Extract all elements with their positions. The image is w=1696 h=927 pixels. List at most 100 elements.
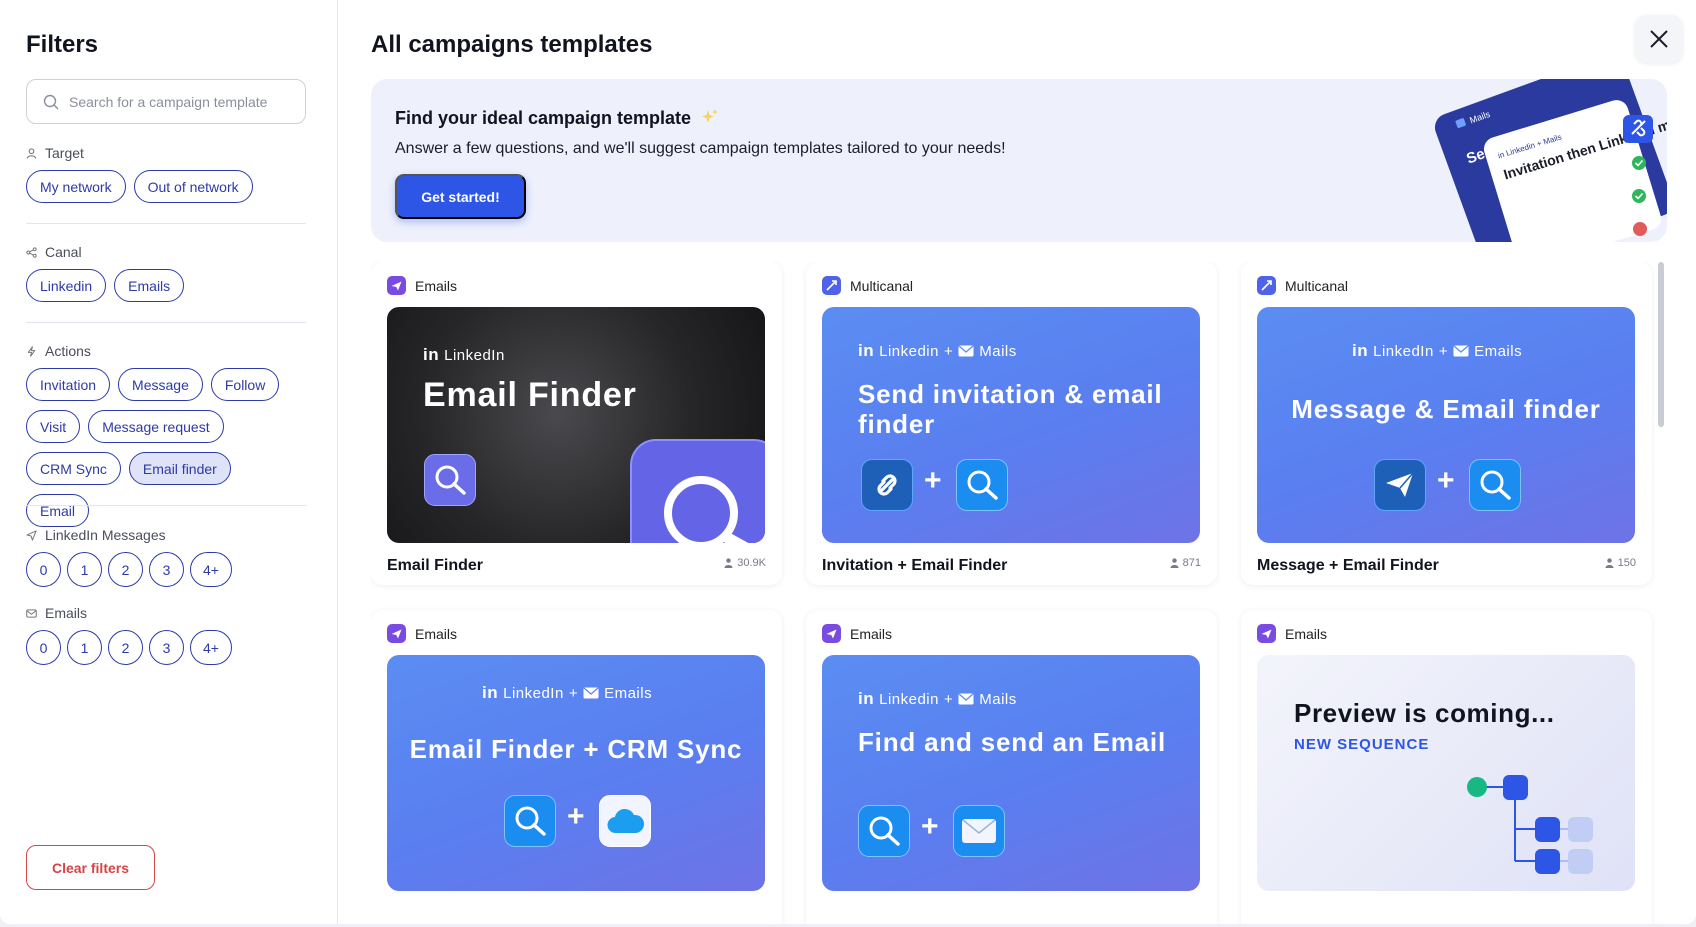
card-category: Multicanal: [850, 277, 914, 294]
chip-li-messages-4plus[interactable]: 4+: [190, 552, 232, 587]
card-category: Emails: [850, 625, 893, 642]
filters-sidebar: Filters Target My network Out of network…: [0, 0, 338, 924]
template-card[interactable]: Emails Preview is coming... NEW SEQUENCE: [1241, 610, 1652, 924]
search-icon: [424, 454, 476, 506]
search-input[interactable]: [69, 93, 289, 110]
divider: [26, 505, 306, 506]
user-icon: [724, 558, 733, 568]
actions-label: Actions: [45, 343, 91, 359]
card-title: Email Finder: [387, 557, 484, 574]
multicanal-badge-icon: [822, 276, 841, 295]
divider: [26, 322, 306, 323]
chip-crm-sync[interactable]: CRM Sync: [26, 452, 121, 485]
target-label: Target: [45, 145, 84, 161]
chip-emails-0[interactable]: 0: [26, 630, 61, 665]
template-card[interactable]: Emails in LinkedIn Email Finder Email Fi…: [371, 262, 782, 585]
email-badge-icon: [822, 624, 841, 643]
card-thumbnail: in LinkedIn + Emails Email Finder + CRM …: [387, 655, 765, 891]
card-category: Emails: [415, 625, 458, 642]
mail-icon: [958, 345, 974, 357]
template-card[interactable]: Multicanal in LinkedIn + Emails Message …: [1241, 262, 1652, 585]
magnifier-illustration: [630, 439, 765, 543]
user-icon: [1605, 558, 1614, 568]
chip-emails-3[interactable]: 3: [149, 630, 184, 665]
card-category: Emails: [415, 277, 458, 294]
chip-email[interactable]: Email: [26, 494, 90, 527]
linkedin-messages-label: LinkedIn Messages: [45, 527, 166, 543]
linkedin-icon: in: [482, 683, 499, 702]
chip-emails-4plus[interactable]: 4+: [190, 630, 232, 665]
card-thumbnail: in Linkedin + Mails Find and send an Ema…: [822, 655, 1200, 891]
chip-follow[interactable]: Follow: [210, 368, 280, 401]
chip-emails-2[interactable]: 2: [108, 630, 143, 665]
link-icon: [861, 459, 913, 511]
mail-icon: [1453, 345, 1469, 357]
template-card[interactable]: Emails in LinkedIn + Emails Email Finder…: [371, 610, 782, 924]
thumb-title: Email Finder: [423, 376, 637, 414]
send-icon: [26, 529, 37, 541]
thumb-subtitle: NEW SEQUENCE: [1294, 736, 1430, 753]
card-title: Message + Email Finder: [1257, 557, 1439, 574]
plus-symbol: +: [567, 800, 585, 833]
chip-email-finder[interactable]: Email finder: [128, 452, 231, 485]
search-icon: [956, 459, 1008, 511]
email-badge-icon: [387, 624, 406, 643]
get-started-button[interactable]: Get started!: [395, 174, 526, 219]
filters-title: Filters: [26, 31, 99, 58]
chip-my-network[interactable]: My network: [26, 170, 126, 203]
template-card[interactable]: Emails in Linkedin + Mails Find and send…: [806, 610, 1217, 924]
scrollbar-thumb[interactable]: [1658, 262, 1664, 427]
envelope-icon: [953, 805, 1005, 857]
linkedin-icon: in: [1352, 341, 1369, 360]
cloud-icon: [599, 795, 651, 847]
card-thumbnail: in LinkedIn + Emails Message & Email fin…: [1257, 307, 1635, 543]
chip-li-messages-2[interactable]: 2: [108, 552, 143, 587]
thumb-title: Send invitation & email finder: [858, 379, 1163, 439]
banner-subtitle: Answer a few questions, and we'll sugges…: [395, 140, 1006, 157]
clear-filters-button[interactable]: Clear filters: [26, 845, 155, 890]
usage-count: 30.9K: [737, 557, 766, 569]
plus-symbol: +: [1437, 464, 1455, 497]
chip-emails-1[interactable]: 1: [67, 630, 102, 665]
sparkles-icon: [702, 109, 719, 123]
template-card[interactable]: Multicanal in Linkedin + Mails Send invi…: [806, 262, 1217, 585]
plus-symbol: +: [921, 810, 939, 843]
close-button[interactable]: [1635, 15, 1683, 63]
chip-out-of-network[interactable]: Out of network: [133, 170, 253, 203]
linkedin-icon: in: [858, 341, 875, 360]
chip-visit[interactable]: Visit: [26, 410, 81, 443]
card-category: Multicanal: [1285, 277, 1349, 294]
chip-linkedin[interactable]: Linkedin: [26, 269, 107, 302]
card-thumbnail: in Linkedin + Mails Send invitation & em…: [822, 307, 1200, 543]
user-icon: [26, 147, 37, 159]
search-icon: [43, 94, 59, 109]
share-icon: [26, 246, 37, 258]
recommendation-banner: Find your ideal campaign template Answer…: [371, 79, 1667, 242]
emails-label: Emails: [45, 605, 88, 621]
sequence-diagram-icon: [1467, 775, 1593, 874]
search-icon: [504, 795, 556, 847]
message-icon: [1374, 459, 1426, 511]
mail-icon: [26, 608, 37, 618]
thumb-title: Preview is coming...: [1294, 698, 1555, 728]
banner-illustration: Mails Se... en... in Linkedin + Mails In…: [1431, 79, 1667, 242]
card-thumbnail: in LinkedIn Email Finder: [387, 307, 765, 543]
search-box[interactable]: [26, 79, 306, 124]
linkedin-messages-section: LinkedIn Messages 0 1 2 3 4+: [26, 526, 306, 587]
mail-icon: [583, 687, 599, 699]
multicanal-badge-icon: [1257, 276, 1276, 295]
user-icon: [1170, 558, 1179, 568]
chip-message[interactable]: Message: [118, 368, 203, 401]
chip-li-messages-1[interactable]: 1: [67, 552, 102, 587]
chip-emails[interactable]: Emails: [114, 269, 185, 302]
card-thumbnail: Preview is coming... NEW SEQUENCE: [1257, 655, 1635, 891]
chip-li-messages-3[interactable]: 3: [149, 552, 184, 587]
chip-invitation[interactable]: Invitation: [26, 368, 111, 401]
chip-li-messages-0[interactable]: 0: [26, 552, 61, 587]
linkedin-icon: in: [423, 345, 440, 364]
chip-message-request[interactable]: Message request: [88, 410, 224, 443]
canal-label: Canal: [45, 244, 82, 260]
page-title: All campaigns templates: [371, 31, 653, 58]
close-icon: [1650, 30, 1668, 48]
card-title: Invitation + Email Finder: [822, 557, 1008, 574]
